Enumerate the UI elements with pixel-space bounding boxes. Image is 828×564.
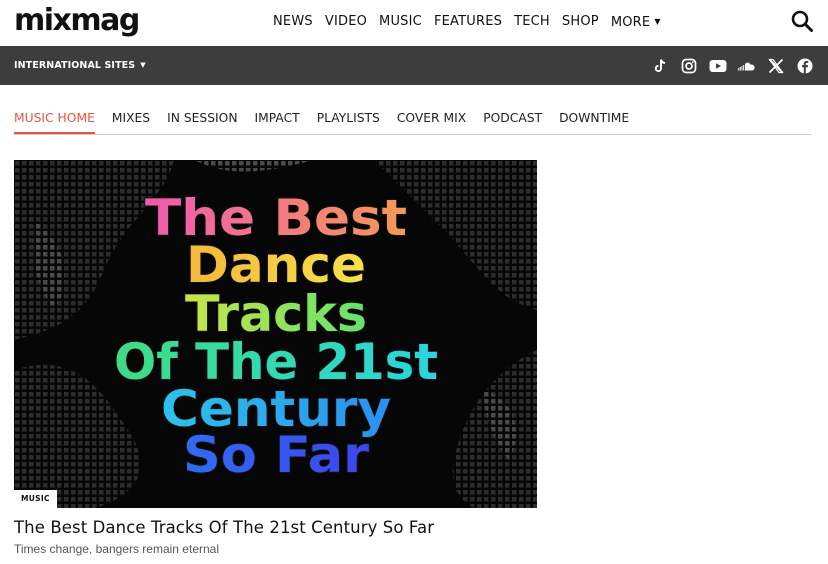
nav-more-label: MORE [610, 15, 651, 30]
nav-features[interactable]: FEATURES [434, 14, 502, 31]
nav-more[interactable]: MORE ▼ [611, 14, 661, 31]
feature-image[interactable]: The Best Dance Tracks Of The 21st Centur… [14, 160, 537, 508]
nav-video[interactable]: VIDEO [325, 14, 367, 31]
subnav-impact[interactable]: IMPACT [255, 110, 300, 134]
x-icon[interactable] [767, 57, 785, 75]
subnav-downtime[interactable]: DOWNTIME [559, 110, 629, 134]
instagram-icon[interactable] [680, 57, 698, 75]
main-nav: NEWS VIDEO MUSIC FEATURES TECH SHOP MORE… [273, 14, 673, 31]
article-title-link[interactable]: The Best Dance Tracks Of The 21st Centur… [14, 518, 434, 537]
tiktok-icon[interactable] [651, 57, 669, 75]
subnav-in-session[interactable]: IN SESSION [167, 110, 237, 134]
nav-shop[interactable]: SHOP [562, 14, 599, 31]
social-links [640, 57, 814, 75]
nav-tech[interactable]: TECH [514, 14, 550, 31]
mixmag-logo[interactable]: mixmag [14, 4, 140, 38]
youtube-icon[interactable] [709, 57, 727, 75]
soundcloud-icon[interactable] [738, 57, 756, 75]
site-header: mixmag NEWS VIDEO MUSIC FEATURES TECH SH… [0, 0, 828, 46]
subnav-podcast[interactable]: PODCAST [483, 110, 542, 134]
subnav-mixes[interactable]: MIXES [112, 110, 150, 134]
category-badge[interactable]: MUSIC [14, 490, 57, 508]
search-icon[interactable] [790, 9, 814, 33]
facebook-icon[interactable] [796, 57, 814, 75]
international-bar: INTERNATIONAL SITES ▼ [0, 46, 828, 85]
caret-down-icon: ▼ [140, 61, 146, 69]
caret-down-icon: ▼ [654, 17, 661, 26]
music-subnav: MUSIC HOME MIXES IN SESSION IMPACT PLAYL… [14, 110, 812, 135]
nav-music[interactable]: MUSIC [379, 14, 422, 31]
international-sites-label: INTERNATIONAL SITES [14, 60, 136, 71]
international-sites-dropdown[interactable]: INTERNATIONAL SITES ▼ [14, 60, 146, 71]
artwork-line-6: So Far [183, 426, 369, 484]
subnav-cover-mix[interactable]: COVER MIX [397, 110, 466, 134]
article-subtitle: Times change, bangers remain eternal [14, 542, 219, 556]
subnav-music-home[interactable]: MUSIC HOME [14, 110, 95, 134]
feature-artwork: The Best Dance Tracks Of The 21st Centur… [14, 160, 537, 508]
subnav-playlists[interactable]: PLAYLISTS [317, 110, 380, 134]
nav-news[interactable]: NEWS [273, 14, 313, 31]
